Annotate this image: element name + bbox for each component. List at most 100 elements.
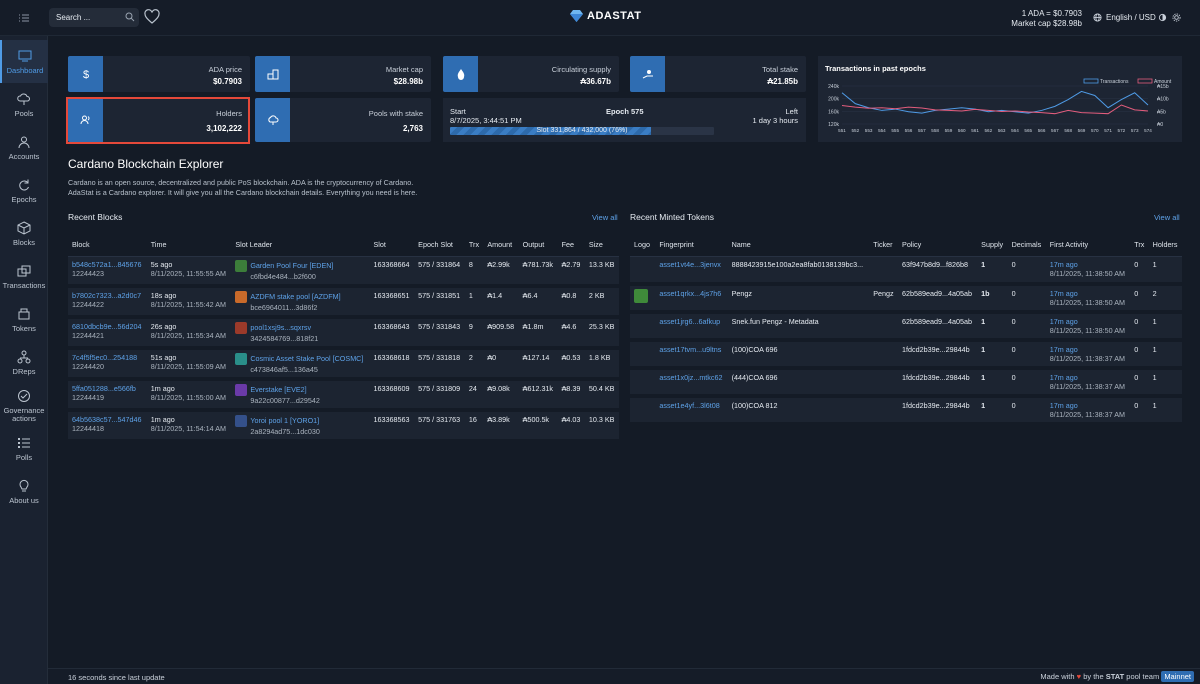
holders-card[interactable]: Holders 3,102,222 xyxy=(68,98,250,142)
table-row[interactable]: 64b5638c57...547d46 12244418 1m ago 8/11/20… xyxy=(68,409,619,443)
block-hash-link[interactable]: 6810dbcb9e...56d204 xyxy=(72,322,142,331)
table-row[interactable]: 5ffa051288...e566fb 12244419 1m ago 8/11/20… xyxy=(68,378,619,412)
network-badge[interactable]: Mainnet xyxy=(1161,671,1194,682)
name-cell: (100)COA 812 xyxy=(727,396,870,426)
block-hash-link[interactable]: 5ffa051288...e566fb xyxy=(72,384,136,393)
table-row[interactable]: asset1jrg6...6afkup Snek.fun Pengz - Meta… xyxy=(630,312,1182,342)
fingerprint-link[interactable]: asset1x0jz...mtkc62 xyxy=(659,373,722,382)
refresh-icon xyxy=(19,179,29,190)
table-row[interactable]: b7802c7323...a2d0c7 12244422 18s ago 8/11/2… xyxy=(68,285,619,319)
first-activity-link[interactable]: 17m ago xyxy=(1050,373,1078,382)
blocks-view-all-link[interactable]: View all xyxy=(592,213,618,222)
price-summary: 1 ADA = $0.7903 Market cap $28.98b xyxy=(1011,9,1082,29)
block-cell: b7802c7323...a2d0c7 12244422 xyxy=(68,285,147,319)
table-row[interactable]: b548c572a1...845676 12244423 5s ago 8/11/20… xyxy=(68,256,619,288)
block-hash-link[interactable]: b548c572a1...845676 xyxy=(72,260,142,269)
sidebar-item-dreps[interactable]: DReps xyxy=(0,341,48,384)
pool-link[interactable]: Cosmic Asset Stake Pool [COSMC] xyxy=(250,353,363,362)
footer: 16 seconds since last update Made with ♥… xyxy=(48,668,1200,684)
table-row[interactable]: asset17tvm...u9ltns (100)COA 696 1fdcd2b39… xyxy=(630,340,1182,370)
x-tick-label: 554 xyxy=(878,128,886,133)
first-activity-cell: 17m ago 8/11/2025, 11:38:37 AM xyxy=(1045,368,1131,398)
sidebar-item-blocks[interactable]: Blocks xyxy=(0,212,48,255)
dashboard-icon xyxy=(18,50,32,61)
first-activity-link[interactable]: 17m ago xyxy=(1050,260,1078,269)
sidebar-item-tokens[interactable]: Tokens xyxy=(0,298,48,341)
menu-icon[interactable] xyxy=(18,12,30,24)
fingerprint-link[interactable]: asset1qrkx...4js7h6 xyxy=(659,289,721,298)
tokens-view-all-link[interactable]: View all xyxy=(1154,213,1180,222)
fingerprint-link[interactable]: asset1vt4e...3jenvx xyxy=(659,260,721,269)
table-row[interactable]: 6810dbcb9e...56d204 12244421 26s ago 8/11/2… xyxy=(68,316,619,350)
output-cell: ₳6.4 xyxy=(518,285,558,319)
pools-with-stake-card[interactable]: Pools with stake 2,763 xyxy=(255,98,431,142)
fingerprint-link[interactable]: asset1e4yf...3l6t08 xyxy=(659,401,719,410)
pool-link[interactable]: Yoroi pool 1 [YORO1] xyxy=(250,415,319,424)
sidebar-item-epochs[interactable]: Epochs xyxy=(0,169,48,212)
first-activity-link[interactable]: 17m ago xyxy=(1050,345,1078,354)
x-tick-label: 556 xyxy=(905,128,913,133)
ticker-cell xyxy=(869,340,899,370)
name-cell: Snek.fun Pengz - Metadata xyxy=(727,312,870,342)
favorite-heart-icon[interactable] xyxy=(144,9,160,25)
total-stake-card[interactable]: Total stake ₳21.85b xyxy=(630,56,806,92)
pool-link[interactable]: Garden Pool Four [EDEN] xyxy=(250,260,333,269)
sidebar-item-polls[interactable]: Polls xyxy=(0,427,48,470)
first-activity-link[interactable]: 17m ago xyxy=(1050,289,1078,298)
epoch-time-left: 1 day 3 hours xyxy=(752,116,798,125)
size-cell: 2 KB xyxy=(584,285,619,319)
table-row[interactable]: asset1qrkx...4js7h6 Pengz Pengz 62b589ead9.… xyxy=(630,284,1182,314)
y-tick-label-left: 160k xyxy=(828,109,839,115)
first-activity-link[interactable]: 17m ago xyxy=(1050,401,1078,410)
circulating-supply-card[interactable]: Circulating supply ₳36.67b xyxy=(443,56,619,92)
fee-cell: ₳0.53 xyxy=(557,347,585,381)
sidebar-item-governance-actions[interactable]: Governance actions xyxy=(0,384,48,427)
sidebar-item-dashboard[interactable]: Dashboard xyxy=(0,40,48,83)
card-value: ₳21.85b xyxy=(767,77,798,86)
heart-icon: ♥ xyxy=(1076,672,1082,681)
timestamp: 8/11/2025, 11:38:50 AM xyxy=(1049,326,1125,335)
sidebar-item-transactions[interactable]: Transactions xyxy=(0,255,48,298)
y-tick-label-left: 240k xyxy=(828,84,839,90)
epoch-progress-card[interactable]: Start 8/7/2025, 3:44:51 PM Epoch 575 Lef… xyxy=(443,98,806,142)
fingerprint-link[interactable]: asset17tvm...u9ltns xyxy=(659,345,721,354)
table-row[interactable]: asset1vt4e...3jenvx 8888423915e100a2ea8fa… xyxy=(630,256,1182,286)
fee-cell: ₳8.39 xyxy=(557,378,585,412)
ticker-cell: Pengz xyxy=(869,284,899,314)
pool-link[interactable]: pool1xsj9s...sqxrsv xyxy=(250,322,311,331)
card-label: ADA price xyxy=(208,65,242,74)
decimals-cell: 0 xyxy=(1007,340,1046,370)
ada-price-card[interactable]: $ ADA price $0.7903 xyxy=(68,56,250,92)
fingerprint-cell: asset1vt4e...3jenvx xyxy=(655,256,728,286)
trx-cell: 9 xyxy=(464,316,484,350)
adastat-logo[interactable]: ADASTAT xyxy=(570,10,641,22)
fingerprint-link[interactable]: asset1jrg6...6afkup xyxy=(659,317,720,326)
table-row[interactable]: asset1e4yf...3l6t08 (100)COA 812 1fdcd2b39… xyxy=(630,396,1182,426)
market-cap-card[interactable]: Market cap $28.98b xyxy=(255,56,431,92)
time-cell: 1m ago 8/11/2025, 11:55:00 AM xyxy=(146,378,232,412)
holders-cell: 2 xyxy=(1148,284,1182,314)
trx-cell: 0 xyxy=(1130,256,1149,286)
table-row[interactable]: 7c4f5f5ec0...254188 12244420 51s ago 8/11/2… xyxy=(68,347,619,381)
x-tick-label: 570 xyxy=(1091,128,1099,133)
flame-icon xyxy=(443,56,478,92)
table-row[interactable]: asset1x0jz...mtkc62 (444)COA 696 1fdcd2b39… xyxy=(630,368,1182,398)
block-hash-link[interactable]: 7c4f5f5ec0...254188 xyxy=(72,353,137,362)
search-input[interactable]: Search ... xyxy=(49,8,139,27)
sidebar-item-about-us[interactable]: About us xyxy=(0,470,48,513)
search-icon[interactable] xyxy=(125,12,135,22)
pool-link[interactable]: Everstake [EVE2] xyxy=(250,384,306,393)
sidebar-item-accounts[interactable]: Accounts xyxy=(0,126,48,169)
language-currency-selector[interactable]: English / USD xyxy=(1093,13,1156,22)
sidebar-item-pools[interactable]: Pools xyxy=(0,83,48,126)
trx-cell: 1 xyxy=(464,285,484,319)
time-ago: 5s ago xyxy=(150,259,173,269)
name-cell: (444)COA 696 xyxy=(727,368,870,398)
pool-link[interactable]: AZDFM stake pool [AZDFM] xyxy=(250,291,340,300)
block-hash-link[interactable]: b7802c7323...a2d0c7 xyxy=(72,291,141,300)
first-activity-link[interactable]: 17m ago xyxy=(1050,317,1078,326)
column-header: Supply xyxy=(977,234,1008,257)
theme-toggle-icon[interactable] xyxy=(1158,13,1167,22)
settings-gear-icon[interactable] xyxy=(1172,13,1181,22)
block-hash-link[interactable]: 64b5638c57...547d46 xyxy=(72,415,142,424)
